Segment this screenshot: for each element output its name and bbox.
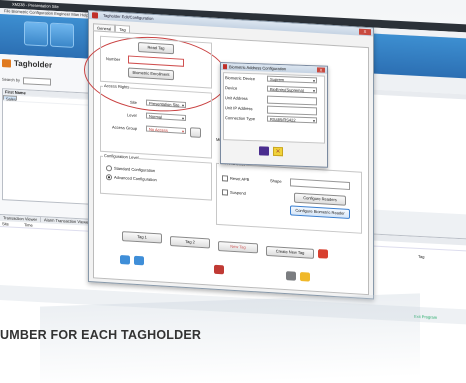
unit-ip-address-label: Unit IP Address <box>225 105 253 112</box>
app-title: XM238 - Presentation Site <box>12 1 59 10</box>
chevron-down-icon: ▾ <box>181 128 184 134</box>
biometric-device-label: Biometric Device <box>225 75 256 82</box>
unit-address-label: Unit Address <box>225 95 248 101</box>
biometric-config-dialog: Biometric Address Configuration X Biomet… <box>220 62 328 168</box>
save-icon[interactable] <box>286 271 296 281</box>
screenshot-stage: XM238 - Presentation Site File Biometric… <box>0 0 466 383</box>
dialog-title: Tagholder Edit/Configuration <box>103 12 154 22</box>
access-group-edit-button[interactable] <box>190 127 201 138</box>
ribbon-grid-button[interactable] <box>50 22 74 48</box>
site-label: Site <box>130 99 137 105</box>
biometric-config-title: Biometric Address Configuration <box>229 64 287 72</box>
search-label: Search by <box>2 76 21 83</box>
biometric-device-select[interactable]: Suprem ▾ <box>267 75 317 84</box>
save-icon[interactable] <box>259 146 269 156</box>
search-dropdown[interactable] <box>23 77 52 86</box>
create-new-tag-button[interactable]: Create New Tag <box>266 245 314 259</box>
biometric-dialog-icon <box>223 64 227 70</box>
chevron-down-icon: ▾ <box>312 118 315 124</box>
tag2-button[interactable]: Tag 2 <box>170 236 210 249</box>
read-tag-button[interactable]: Read Tag <box>138 42 174 55</box>
caption-heading: UMBER FOR EACH TAGHOLDER <box>0 328 202 342</box>
number-label: Number <box>106 56 121 62</box>
unit-address-input[interactable] <box>267 95 317 106</box>
cancel-icon[interactable]: ✕ <box>273 146 283 157</box>
tagholder-icon <box>2 58 11 68</box>
tagholder-heading: Tagholder <box>2 58 94 75</box>
tagholder-panel: Tagholder Search by First Name Sales Ste… <box>0 54 97 220</box>
search-row: Search by <box>2 76 52 86</box>
dialog-icon <box>92 12 98 19</box>
site-select[interactable]: Presentation Site ▾ <box>146 99 186 108</box>
folder-icon[interactable] <box>300 271 310 282</box>
access-rights-group <box>100 85 212 159</box>
device-select[interactable]: BioEntry(Suprema) ▾ <box>267 85 317 94</box>
column-tag[interactable]: Tag <box>418 254 424 259</box>
column-time[interactable]: Time <box>24 222 46 228</box>
device-label: Device <box>225 85 238 91</box>
print-icon[interactable] <box>214 264 224 275</box>
next-icon[interactable] <box>134 255 144 266</box>
previous-icon[interactable] <box>120 254 130 265</box>
new-tag-button[interactable]: New Tag <box>218 240 258 254</box>
close-icon[interactable]: X <box>317 67 325 73</box>
chevron-down-icon: ▾ <box>181 115 184 121</box>
column-site[interactable]: Site <box>2 221 24 227</box>
connection-type-select[interactable]: RS485/RS422 ▾ <box>267 115 317 124</box>
unit-ip-address-input[interactable] <box>267 105 317 116</box>
chevron-down-icon: ▾ <box>312 78 315 84</box>
level-label: Level <box>127 112 137 118</box>
tagholder-list: First Name Sales Stels <box>2 88 94 205</box>
ribbon-home-button[interactable] <box>24 21 48 47</box>
list-item[interactable]: Sales <box>3 95 18 102</box>
tag1-button[interactable]: Tag 1 <box>122 231 162 244</box>
chevron-down-icon: ▾ <box>312 88 315 94</box>
access-group-select[interactable]: No Access ▾ <box>146 125 186 134</box>
connection-type-label: Connection Type <box>225 115 255 122</box>
level-select[interactable]: Normal ▾ <box>146 112 186 121</box>
shape-label: Shape <box>270 178 282 184</box>
delete-icon[interactable] <box>318 249 328 259</box>
chevron-down-icon: ▾ <box>181 102 184 108</box>
close-icon[interactable]: X <box>359 28 371 36</box>
